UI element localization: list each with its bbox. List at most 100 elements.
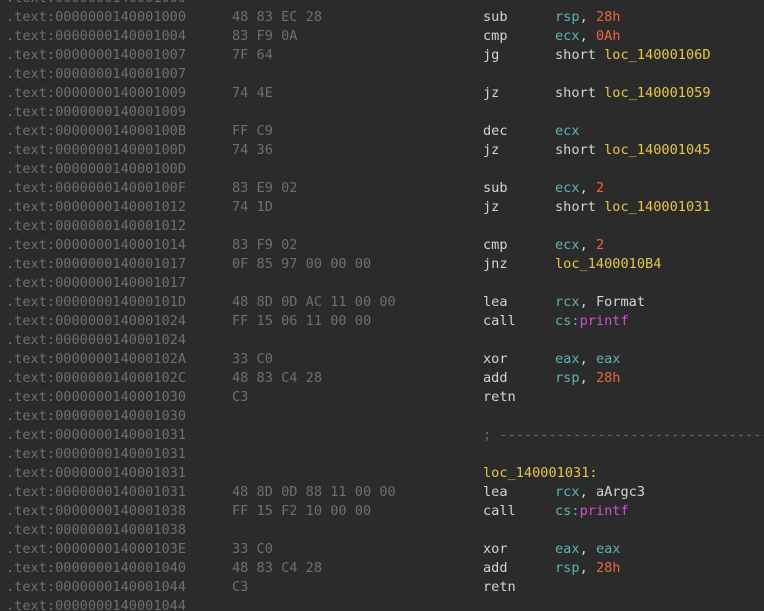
code-label[interactable]: loc_140001031: — [483, 464, 598, 483]
line-address[interactable]: .text:000000014000100D — [6, 160, 186, 179]
line-address[interactable]: .text:0000000140001044 — [6, 578, 186, 597]
instruction-operands[interactable]: ecx — [555, 122, 580, 141]
instruction-operands[interactable]: rcx, aArgc3 — [555, 483, 645, 502]
symbol-reference[interactable]: Format — [596, 294, 645, 310]
line-address[interactable]: .text:000000014000102A — [6, 350, 186, 369]
line-address[interactable]: .text:0000000140001007 — [6, 46, 186, 65]
instruction-operands[interactable]: ecx, 2 — [555, 236, 604, 255]
listing-line[interactable]: .text:000000014000100D 74 36 jz short loc_1… — [0, 141, 764, 160]
instruction-operands[interactable]: cs:printf — [555, 312, 629, 331]
label-reference[interactable]: loc_140001045 — [604, 142, 710, 158]
listing-line[interactable]: .text:0000000140001044 C3 retn — [0, 578, 764, 597]
listing-line[interactable]: .text:000000014000100F 83 E9 02 sub ecx, 2 — [0, 179, 764, 198]
listing-line[interactable]: .text:0000000140001017 0F 85 97 00 00 00 j… — [0, 255, 764, 274]
instruction-mnemonic[interactable]: dec — [483, 122, 508, 141]
instruction-mnemonic[interactable]: jz — [483, 84, 499, 103]
line-address[interactable]: .text:000000014000100B — [6, 122, 186, 141]
line-address[interactable]: .text:0000000140001038 — [6, 521, 186, 540]
listing-line[interactable]: .text:000000014000102A 33 C0 xor eax, eax — [0, 350, 764, 369]
instruction-mnemonic[interactable]: lea — [483, 293, 508, 312]
instruction-mnemonic[interactable]: lea — [483, 483, 508, 502]
instruction-mnemonic[interactable]: retn — [483, 388, 516, 407]
line-address[interactable]: .text:0000000140001031 — [6, 483, 186, 502]
listing-line[interactable]: .text:0000000140001030 — [0, 407, 764, 426]
instruction-operands[interactable]: eax, eax — [555, 350, 621, 369]
instruction-operands[interactable]: rsp, 28h — [555, 369, 621, 388]
listing-line[interactable]: .text:0000000140001030 C3 retn — [0, 388, 764, 407]
listing-line[interactable]: .text:0000000140001000 48 83 EC 28 sub rsp,… — [0, 8, 764, 27]
listing-line[interactable]: .text:000000014000103E 33 C0 xor eax, eax — [0, 540, 764, 559]
symbol-reference[interactable]: aArgc3 — [596, 484, 645, 500]
line-address[interactable]: .text:0000000140001024 — [6, 331, 186, 350]
instruction-mnemonic[interactable]: cmp — [483, 27, 508, 46]
listing-line[interactable]: .text:0000000140001000 — [0, 0, 764, 8]
instruction-operands[interactable]: short loc_14000106D — [555, 46, 711, 65]
listing-line[interactable]: .text:0000000140001009 74 4E jz short loc_1… — [0, 84, 764, 103]
line-address[interactable]: .text:0000000140001030 — [6, 388, 186, 407]
instruction-mnemonic[interactable]: jg — [483, 46, 499, 65]
instruction-mnemonic[interactable]: call — [483, 312, 516, 331]
instruction-mnemonic[interactable]: add — [483, 369, 508, 388]
listing-line[interactable]: .text:000000014000100D — [0, 160, 764, 179]
line-address[interactable]: .text:0000000140001000 — [6, 8, 186, 27]
listing-line[interactable]: .text:0000000140001007 — [0, 65, 764, 84]
line-address[interactable]: .text:0000000140001024 — [6, 312, 186, 331]
instruction-operands[interactable]: rsp, 28h — [555, 559, 621, 578]
instruction-mnemonic[interactable]: jnz — [483, 255, 508, 274]
instruction-operands[interactable]: short loc_140001059 — [555, 84, 711, 103]
listing-line[interactable]: .text:0000000140001038 — [0, 521, 764, 540]
line-address[interactable]: .text:000000014000100F — [6, 179, 186, 198]
line-address[interactable]: .text:0000000140001009 — [6, 84, 186, 103]
line-address[interactable]: .text:0000000140001009 — [6, 103, 186, 122]
instruction-operands[interactable]: eax, eax — [555, 540, 621, 559]
label-reference[interactable]: loc_14000106D — [604, 47, 710, 63]
listing-line[interactable]: .text:0000000140001044 — [0, 597, 764, 611]
instruction-mnemonic[interactable]: add — [483, 559, 508, 578]
function-reference[interactable]: printf — [580, 503, 629, 519]
instruction-operands[interactable]: short loc_140001031 — [555, 198, 711, 217]
listing-line[interactable]: .text:0000000140001007 7F 64 jg short loc_1… — [0, 46, 764, 65]
listing-line[interactable]: .text:0000000140001017 — [0, 274, 764, 293]
function-reference[interactable]: printf — [580, 313, 629, 329]
line-address[interactable]: .text:0000000140001012 — [6, 198, 186, 217]
listing-line[interactable]: .text:0000000140001009 — [0, 103, 764, 122]
line-address[interactable]: .text:000000014000103E — [6, 540, 186, 559]
listing-line[interactable]: .text:0000000140001004 83 F9 0A cmp ecx, 0A… — [0, 27, 764, 46]
line-address[interactable]: .text:0000000140001031 — [6, 445, 186, 464]
instruction-mnemonic[interactable]: call — [483, 502, 516, 521]
instruction-mnemonic[interactable]: jz — [483, 198, 499, 217]
instruction-operands[interactable]: rcx, Format — [555, 293, 645, 312]
instruction-mnemonic[interactable]: cmp — [483, 236, 508, 255]
listing-line[interactable]: .text:0000000140001024 — [0, 331, 764, 350]
instruction-operands[interactable]: loc_1400010B4 — [555, 255, 661, 274]
instruction-mnemonic[interactable]: xor — [483, 540, 508, 559]
line-address[interactable]: .text:0000000140001017 — [6, 274, 186, 293]
instruction-mnemonic[interactable]: sub — [483, 8, 508, 27]
line-address[interactable]: .text:0000000140001044 — [6, 597, 186, 611]
line-address[interactable]: .text:000000014000101D — [6, 293, 186, 312]
line-address[interactable]: .text:0000000140001038 — [6, 502, 186, 521]
listing-line[interactable]: .text:0000000140001031 ; ----------------… — [0, 426, 764, 445]
line-address[interactable]: .text:0000000140001017 — [6, 255, 186, 274]
listing-line[interactable]: .text:0000000140001031 48 8D 0D 88 11 00 … — [0, 483, 764, 502]
instruction-operands[interactable]: short loc_140001045 — [555, 141, 711, 160]
line-address[interactable]: .text:0000000140001000 — [6, 0, 186, 8]
instruction-mnemonic[interactable]: sub — [483, 179, 508, 198]
listing-line[interactable]: .text:0000000140001040 48 83 C4 28 add rsp,… — [0, 559, 764, 578]
listing-line[interactable]: .text:0000000140001012 74 1D jz short loc_1… — [0, 198, 764, 217]
listing-line[interactable]: .text:0000000140001031 loc_140001031: — [0, 464, 764, 483]
line-address[interactable]: .text:0000000140001031 — [6, 464, 186, 483]
instruction-operands[interactable]: ecx, 0Ah — [555, 27, 621, 46]
label-reference[interactable]: loc_1400010B4 — [555, 256, 661, 272]
instruction-mnemonic[interactable]: xor — [483, 350, 508, 369]
listing-line[interactable]: .text:0000000140001012 — [0, 217, 764, 236]
listing-line[interactable]: .text:000000014000102C 48 83 C4 28 add rsp,… — [0, 369, 764, 388]
disassembly-listing[interactable]: .text:0000000140001000.text:000000014000… — [0, 0, 764, 611]
line-address[interactable]: .text:0000000140001014 — [6, 236, 186, 255]
instruction-mnemonic[interactable]: retn — [483, 578, 516, 597]
listing-line[interactable]: .text:000000014000100B FF C9 dec ecx — [0, 122, 764, 141]
label-reference[interactable]: loc_140001059 — [604, 85, 710, 101]
line-address[interactable]: .text:0000000140001030 — [6, 407, 186, 426]
listing-line[interactable]: .text:0000000140001038 FF 15 F2 10 00 00 c… — [0, 502, 764, 521]
instruction-mnemonic[interactable]: jz — [483, 141, 499, 160]
